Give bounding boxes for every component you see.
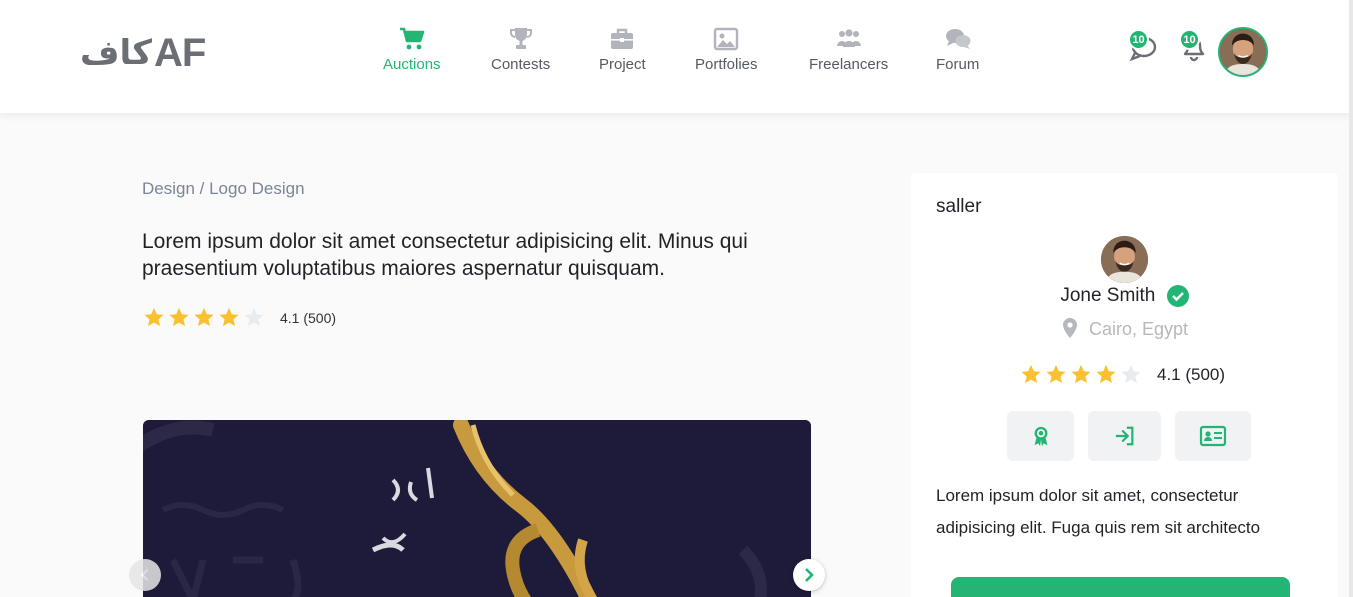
- trophy-icon: [509, 28, 532, 49]
- page-title: Lorem ipsum dolor sit amet consectetur a…: [142, 230, 748, 280]
- rating-stars: [142, 306, 266, 329]
- avatar-photo: [1220, 29, 1266, 75]
- users-icon: [836, 29, 861, 47]
- messages-count-badge: 10: [1128, 29, 1149, 50]
- star-empty-icon: [244, 307, 264, 327]
- seller-rating-text: 4.1 (500): [1157, 364, 1226, 384]
- star-filled-icon: [1096, 364, 1116, 384]
- image-icon: [714, 27, 739, 51]
- seller-location-text: Cairo, Egypt: [1088, 319, 1189, 339]
- star-empty-icon: [1121, 364, 1141, 384]
- service-rating: 4.1 (500): [142, 306, 336, 329]
- nav-auctions-label: Auctions: [383, 56, 441, 73]
- chevron-right-icon: [805, 568, 814, 582]
- award-icon: [1034, 426, 1047, 447]
- page-scrollbar[interactable]: [1349, 0, 1353, 597]
- seller-rating: 4.1 (500): [1019, 363, 1225, 386]
- calligraphy-artwork: [143, 420, 811, 597]
- briefcase-icon: [611, 28, 634, 49]
- verified-check-icon: [1166, 285, 1189, 307]
- id-card-icon: [1199, 425, 1227, 447]
- chevron-left-icon: [140, 568, 149, 582]
- seller-location: Cairo, Egypt: [911, 317, 1338, 340]
- nav-contests[interactable]: Contests: [491, 26, 550, 73]
- rating-text: 4.1 (500): [280, 309, 337, 326]
- star-filled-icon: [194, 307, 214, 327]
- seller-photo: [1101, 236, 1148, 283]
- seller-avatar[interactable]: [1101, 236, 1148, 283]
- seller-rating-stars: [1019, 363, 1143, 386]
- seller-id-card-button[interactable]: [1175, 411, 1251, 461]
- cart-icon: [399, 27, 425, 50]
- nav-portfolies-label: Portfolies: [695, 56, 758, 73]
- nav-project-label: Project: [599, 56, 646, 73]
- nav-forum[interactable]: Forum: [936, 26, 979, 73]
- star-filled-icon: [1021, 364, 1041, 384]
- nav-freelancers[interactable]: Freelancers: [809, 26, 888, 73]
- nav-auctions[interactable]: Auctions: [383, 26, 441, 73]
- messages-button[interactable]: 10: [1127, 29, 1159, 62]
- seller-primary-button[interactable]: [951, 577, 1290, 597]
- star-filled-icon: [144, 307, 164, 327]
- map-marker-icon: [1062, 318, 1077, 338]
- star-filled-icon: [1071, 364, 1091, 384]
- slider-next-button[interactable]: [793, 559, 825, 591]
- seller-description: Lorem ipsum dolor sit amet, consectetur …: [936, 486, 1261, 537]
- comments-icon: [945, 29, 971, 49]
- nav-portfolies[interactable]: Portfolies: [695, 26, 758, 73]
- star-filled-icon: [169, 307, 189, 327]
- gallery-slide-image: [143, 420, 811, 597]
- seller-section-label: saller: [936, 196, 982, 217]
- notifications-count-badge: 10: [1179, 29, 1200, 50]
- seller-name-row: Jone Smith: [911, 285, 1338, 307]
- seller-card: saller Jone Smith Cairo, Egypt 4.1 (500): [911, 173, 1338, 597]
- star-filled-icon: [219, 307, 239, 327]
- seller-awards-button[interactable]: [1007, 411, 1074, 461]
- nav-forum-label: Forum: [936, 56, 980, 73]
- top-header: كاف AF Auctions Contests Project Portfol…: [0, 0, 1353, 113]
- nav-freelancers-label: Freelancers: [809, 56, 889, 73]
- seller-login-button[interactable]: [1088, 411, 1161, 461]
- user-avatar[interactable]: [1218, 27, 1268, 77]
- slider-prev-button[interactable]: [129, 559, 161, 591]
- notifications-button[interactable]: 10: [1178, 29, 1210, 62]
- star-filled-icon: [1046, 364, 1066, 384]
- seller-name[interactable]: Jone Smith: [1060, 285, 1155, 307]
- nav-project[interactable]: Project: [599, 26, 646, 73]
- breadcrumb[interactable]: Design / Logo Design: [142, 179, 305, 199]
- nav-contests-label: Contests: [491, 56, 551, 73]
- sign-in-icon: [1115, 426, 1133, 446]
